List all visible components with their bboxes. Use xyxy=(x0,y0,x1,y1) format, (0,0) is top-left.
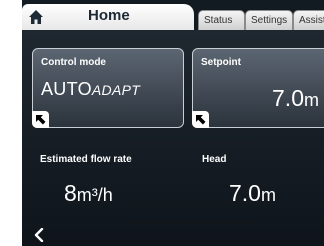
control-mode-value-suffix: ADAPT xyxy=(91,82,141,98)
head-unit: m xyxy=(260,185,276,205)
tab-settings-label: Settings xyxy=(251,15,288,26)
control-mode-card[interactable]: Control mode AUTOADAPT xyxy=(32,48,184,128)
control-mode-value-main: AUTO xyxy=(41,79,92,99)
tab-status-label: Status xyxy=(204,15,233,26)
head-label: Head xyxy=(202,154,227,165)
head-number: 7.0 xyxy=(229,180,261,206)
arrow-up-left-icon xyxy=(196,115,206,125)
tab-assist[interactable]: Assist xyxy=(293,10,324,30)
control-mode-title: Control mode xyxy=(41,57,106,68)
home-content: Control mode AUTOADAPT Setpoint 7.0m Est… xyxy=(22,30,324,246)
pump-display: Home Status Settings Assist Control mode… xyxy=(22,0,324,246)
chevron-left-icon[interactable] xyxy=(33,228,45,242)
setpoint-value: 7.0m xyxy=(272,85,319,112)
control-mode-edit-button[interactable] xyxy=(32,111,49,128)
tab-home-label: Home xyxy=(88,7,130,24)
tab-status[interactable]: Status xyxy=(198,10,245,30)
setpoint-unit: m xyxy=(304,90,319,110)
home-icon xyxy=(29,10,43,24)
tab-assist-label: Assist xyxy=(299,15,324,26)
flow-rate-number: 8 xyxy=(64,180,77,206)
setpoint-edit-button[interactable] xyxy=(192,111,209,128)
control-mode-value: AUTOADAPT xyxy=(41,79,140,100)
flow-rate-value: 8m³/h xyxy=(64,180,113,207)
setpoint-card[interactable]: Setpoint 7.0m xyxy=(192,48,324,128)
setpoint-title: Setpoint xyxy=(201,57,241,68)
setpoint-number: 7.0 xyxy=(272,85,304,111)
tab-home[interactable]: Home xyxy=(22,4,194,30)
flow-rate-unit: m³/h xyxy=(76,185,113,205)
flow-rate-label: Estimated flow rate xyxy=(40,154,132,165)
head-value: 7.0m xyxy=(229,180,276,207)
tab-settings[interactable]: Settings xyxy=(245,10,293,30)
arrow-up-left-icon xyxy=(36,115,46,125)
